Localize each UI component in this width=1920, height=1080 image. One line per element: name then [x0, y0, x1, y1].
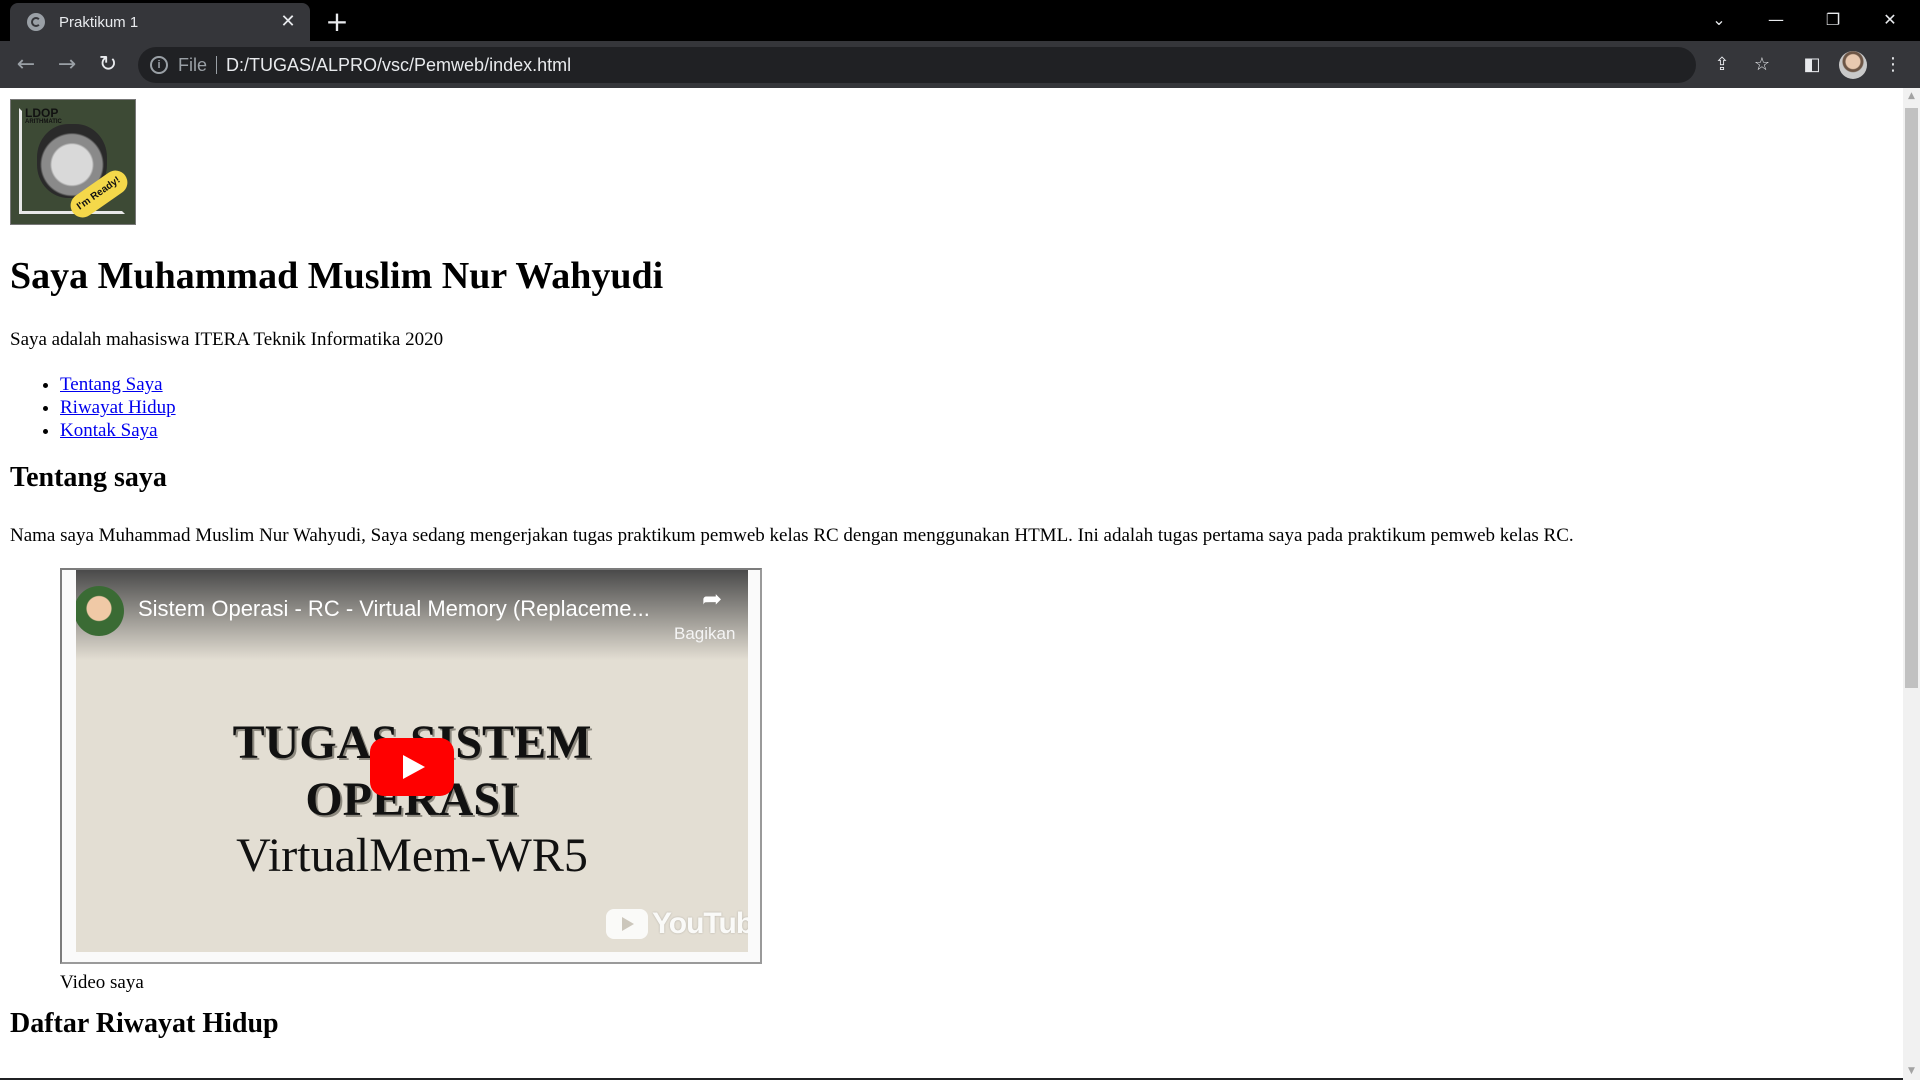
link-tentang-saya[interactable]: Tentang Saya: [60, 374, 163, 395]
youtube-logo[interactable]: YouTube: [606, 906, 748, 942]
reload-button[interactable]: ↻: [92, 49, 124, 81]
video-player[interactable]: Sistem Operasi - RC - Virtual Memory (Re…: [76, 570, 748, 952]
video-title[interactable]: Sistem Operasi - RC - Virtual Memory (Re…: [138, 596, 650, 622]
link-riwayat-hidup[interactable]: Riwayat Hidup: [60, 397, 176, 418]
browser-tab[interactable]: Praktikum 1 ✕: [10, 3, 310, 41]
profile-image: LDOP ARITHMATIC I'm Ready!: [10, 99, 136, 225]
nav-link-list: Tentang Saya Riwayat Hidup Kontak Saya: [10, 373, 176, 442]
file-label: File: [178, 55, 208, 75]
share-page-icon[interactable]: ⇪: [1710, 53, 1734, 77]
back-button[interactable]: ←: [10, 49, 42, 81]
restore-button[interactable]: ❐: [1805, 0, 1861, 41]
tab-search-icon[interactable]: ⌄: [1691, 0, 1747, 41]
profile-image-text: LDOP: [25, 106, 59, 120]
share-label[interactable]: Bagikan: [674, 624, 735, 644]
play-button[interactable]: [370, 738, 454, 796]
new-tab-button[interactable]: +: [322, 8, 352, 38]
page-title: Saya Muhammad Muslim Nur Wahyudi: [10, 255, 664, 297]
tab-bar: Praktikum 1 ✕ + ⌄ — ❐ ✕: [0, 0, 1920, 41]
scroll-down-arrow-icon[interactable]: ▼: [1903, 1063, 1920, 1080]
list-item: Tentang Saya: [60, 373, 176, 396]
address-bar[interactable]: i File D:/TUGAS/ALPRO/vsc/Pemweb/index.h…: [138, 47, 1770, 83]
video-caption: Video saya: [60, 972, 144, 993]
forward-button[interactable]: →: [51, 49, 83, 81]
link-kontak-saya[interactable]: Kontak Saya: [60, 420, 158, 441]
youtube-play-icon: [606, 909, 648, 939]
close-tab-icon[interactable]: ✕: [276, 10, 300, 34]
video-embed[interactable]: Sistem Operasi - RC - Virtual Memory (Re…: [60, 568, 762, 964]
channel-avatar[interactable]: [76, 586, 124, 636]
share-icon[interactable]: ➦: [698, 586, 726, 612]
minimize-button[interactable]: —: [1748, 0, 1804, 41]
globe-icon: [27, 13, 45, 31]
side-panel-icon[interactable]: ◧: [1797, 50, 1827, 80]
bookmark-star-icon[interactable]: ☆: [1750, 53, 1774, 77]
separator: [216, 56, 217, 74]
intro-text: Saya adalah mahasiswa ITERA Teknik Infor…: [10, 329, 444, 350]
profile-image-subtext: ARITHMATIC: [25, 119, 62, 125]
list-item: Riwayat Hidup: [60, 396, 176, 419]
scroll-up-arrow-icon[interactable]: ▲: [1903, 88, 1920, 105]
list-item: Kontak Saya: [60, 419, 176, 442]
browser-toolbar: ← → ↻ i File D:/TUGAS/ALPRO/vsc/Pemweb/i…: [0, 41, 1920, 88]
youtube-logo-text: YouTube: [652, 907, 748, 940]
scroll-thumb[interactable]: [1905, 108, 1918, 688]
profile-avatar[interactable]: [1839, 51, 1867, 79]
page-scrollbar[interactable]: ▲ ▼: [1903, 88, 1920, 1080]
tab-title: Praktikum 1: [59, 13, 139, 31]
about-heading: Tentang saya: [10, 462, 167, 493]
info-icon[interactable]: i: [150, 56, 168, 74]
cv-heading: Daftar Riwayat Hidup: [10, 1008, 279, 1039]
about-text: Nama saya Muhammad Muslim Nur Wahyudi, S…: [10, 525, 1574, 546]
menu-icon[interactable]: ⋮: [1878, 50, 1908, 80]
close-window-button[interactable]: ✕: [1862, 0, 1918, 41]
thumbnail-text-line3: VirtualMem-WR5: [236, 829, 588, 882]
url-text[interactable]: D:/TUGAS/ALPRO/vsc/Pemweb/index.html: [226, 47, 571, 83]
